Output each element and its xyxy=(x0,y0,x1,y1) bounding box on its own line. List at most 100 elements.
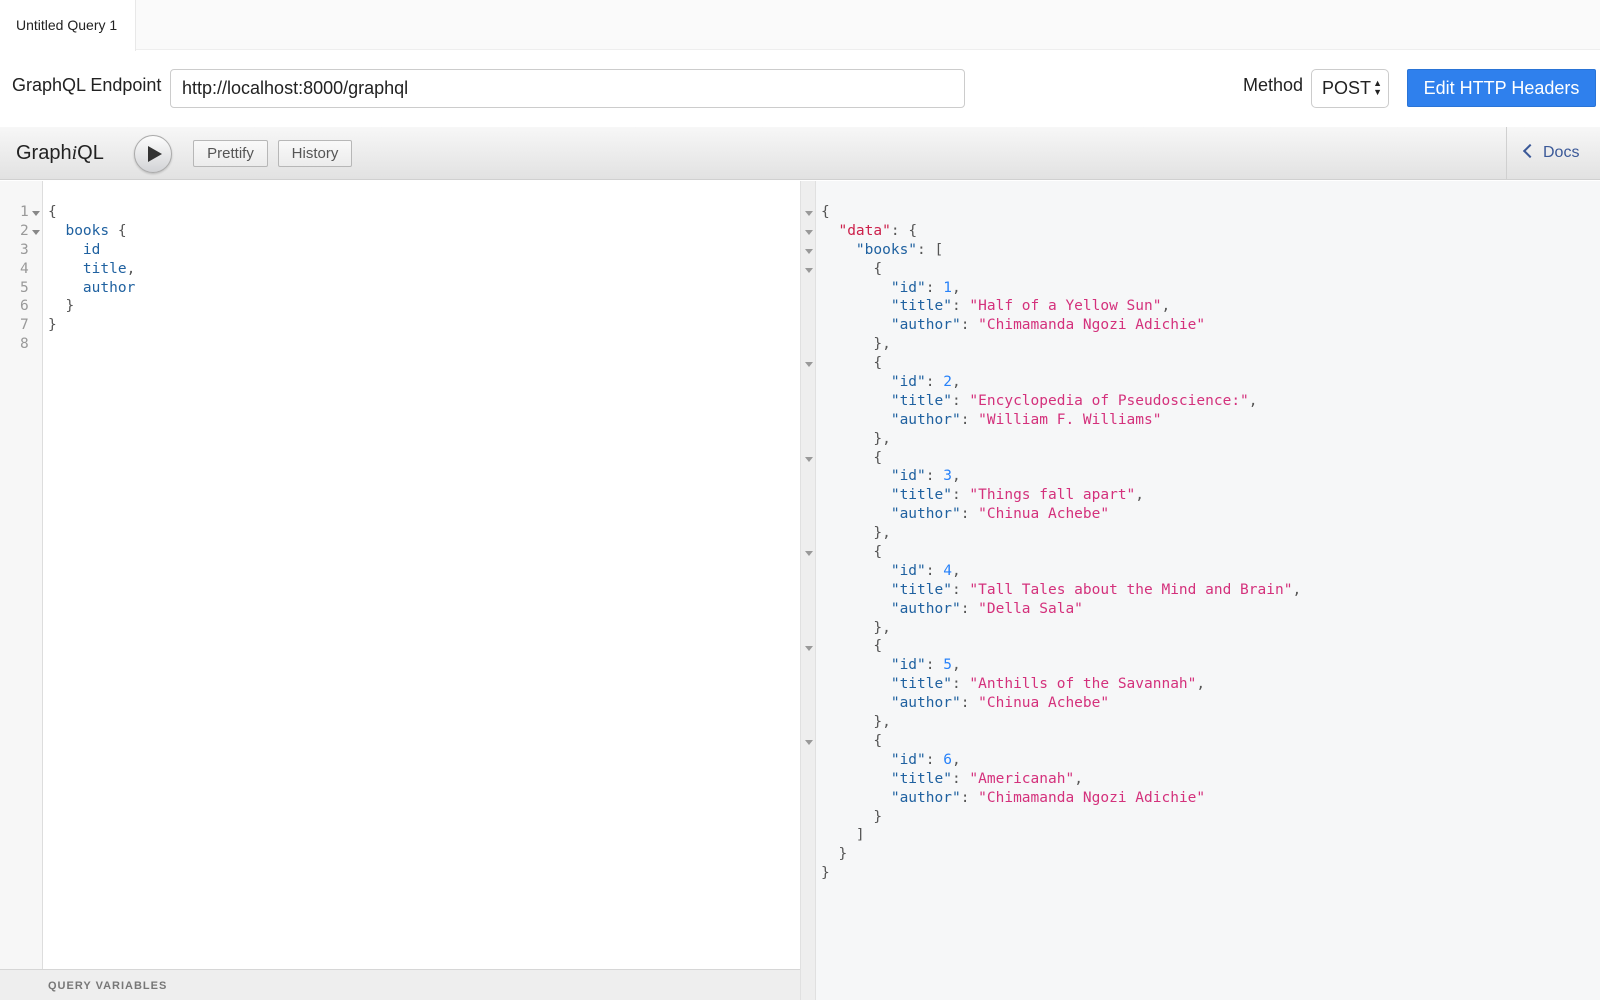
query-punct: } xyxy=(65,298,75,315)
json-punct: , xyxy=(951,562,961,579)
json-line: { xyxy=(821,354,1301,373)
logo-text-part: QL xyxy=(77,142,104,164)
endpoint-label: GraphQL Endpoint xyxy=(12,75,162,95)
json-line: "id": 4, xyxy=(821,562,1301,581)
docs-button[interactable]: Docs xyxy=(1506,127,1600,179)
json-punct: : xyxy=(925,657,944,674)
json-key: "books" xyxy=(855,241,918,258)
select-arrows-icon: ▲ ▼ xyxy=(1373,78,1382,97)
query-text[interactable]: { books { id title, author }} xyxy=(48,203,135,354)
query-line: books { xyxy=(48,222,135,241)
json-punct: : { xyxy=(890,222,918,239)
json-punct: , xyxy=(951,468,961,485)
json-line: { xyxy=(821,260,1301,279)
method-select[interactable]: POST ▲ ▼ xyxy=(1311,69,1389,108)
query-field: title xyxy=(82,260,127,277)
json-key: "title" xyxy=(890,392,952,409)
chevron-left-icon xyxy=(1522,143,1538,159)
json-string: "Half of a Yellow Sun" xyxy=(969,298,1162,315)
query-line: author xyxy=(48,279,135,298)
json-line: }, xyxy=(821,430,1301,449)
fold-arrow-icon[interactable] xyxy=(805,551,813,557)
json-line: }, xyxy=(821,619,1301,638)
endpoint-input[interactable] xyxy=(170,69,965,108)
query-line: } xyxy=(48,297,135,316)
json-line: "title": "Anthills of the Savannah", xyxy=(821,675,1301,694)
json-punct: : xyxy=(951,487,970,504)
json-key: "id" xyxy=(890,751,926,768)
json-line: { xyxy=(821,732,1301,751)
json-string: "Americanah" xyxy=(969,770,1075,787)
json-punct: : xyxy=(960,506,979,523)
json-string: "Della Sala" xyxy=(978,600,1083,617)
json-string: "Chinua Achebe" xyxy=(978,695,1110,712)
json-punct xyxy=(821,242,856,258)
json-line: "title": "Tall Tales about the Mind and … xyxy=(821,581,1301,600)
json-punct: , xyxy=(951,657,961,674)
json-string: "Anthills of the Savannah" xyxy=(969,676,1197,693)
json-line: }, xyxy=(821,713,1301,732)
query-variables-bar[interactable]: QUERY VARIABLES xyxy=(0,969,800,1000)
json-key: "title" xyxy=(890,676,952,693)
query-variables-label: QUERY VARIABLES xyxy=(48,980,168,992)
json-punct: : xyxy=(925,751,944,768)
fold-arrow-icon[interactable] xyxy=(805,211,813,216)
json-punct: { xyxy=(821,638,883,655)
json-line: "title": "Things fall apart", xyxy=(821,486,1301,505)
json-key: "id" xyxy=(890,657,926,674)
json-punct xyxy=(821,487,891,503)
fold-arrow-icon[interactable] xyxy=(805,740,813,746)
logo-text-part: Graph xyxy=(16,142,72,164)
method-label: Method xyxy=(1243,75,1304,95)
query-line: } xyxy=(48,316,135,335)
edit-http-headers-button[interactable]: Edit HTTP Headers xyxy=(1407,69,1596,107)
line-number: 2 xyxy=(0,222,43,241)
fold-arrow-icon[interactable] xyxy=(805,456,813,462)
json-punct xyxy=(821,752,891,768)
json-string: "Chinua Achebe" xyxy=(978,506,1110,523)
tab-untitled-query-1[interactable]: Untitled Query 1 xyxy=(0,0,136,51)
json-punct: : xyxy=(960,600,979,617)
json-line: "data": { xyxy=(821,222,1301,241)
json-punct xyxy=(821,374,891,390)
execute-query-button[interactable] xyxy=(134,135,172,173)
fold-arrow-icon[interactable] xyxy=(805,362,813,368)
json-line: "id": 3, xyxy=(821,467,1301,486)
json-punct xyxy=(821,298,891,314)
query-editor[interactable]: 123 4 5 6 7 8 { books { id title, author }} Q… xyxy=(0,181,801,1000)
line-number: 4 xyxy=(20,260,29,277)
json-line: { xyxy=(821,637,1301,656)
fold-arrow-icon[interactable] xyxy=(805,248,813,254)
fold-arrow-icon[interactable] xyxy=(32,229,40,235)
json-key: "author" xyxy=(890,506,961,523)
query-punct: { xyxy=(48,204,57,220)
json-punct: { xyxy=(821,260,883,277)
json-line: } xyxy=(821,808,1301,827)
json-line: }, xyxy=(821,524,1301,543)
json-punct: , xyxy=(1161,298,1171,315)
json-punct: : xyxy=(951,581,970,598)
history-button[interactable]: History xyxy=(278,140,352,167)
json-line: "id": 6, xyxy=(821,751,1301,770)
fold-arrow-icon[interactable] xyxy=(805,229,813,235)
json-punct: , xyxy=(951,279,961,296)
prettify-button[interactable]: Prettify xyxy=(193,140,268,167)
json-key: "title" xyxy=(890,487,952,504)
query-punct: { xyxy=(109,222,127,239)
json-number: 4 xyxy=(943,562,952,579)
fold-arrow-icon[interactable] xyxy=(805,267,813,273)
line-number-gutter: 123 4 5 6 7 8 xyxy=(0,181,43,969)
json-punct: } xyxy=(821,808,883,825)
json-key: "author" xyxy=(890,695,961,712)
fold-arrow-icon[interactable] xyxy=(805,645,813,651)
json-punct xyxy=(821,393,891,409)
json-punct: , xyxy=(1248,392,1258,409)
json-punct: { xyxy=(821,204,830,220)
line-number: 5 xyxy=(20,279,29,296)
json-punct: , xyxy=(1074,770,1083,787)
json-punct: : xyxy=(960,411,979,428)
line-number: 8 xyxy=(20,336,29,353)
fold-arrow-icon[interactable] xyxy=(32,211,40,216)
json-punct: : xyxy=(951,676,970,693)
json-punct xyxy=(821,506,891,522)
